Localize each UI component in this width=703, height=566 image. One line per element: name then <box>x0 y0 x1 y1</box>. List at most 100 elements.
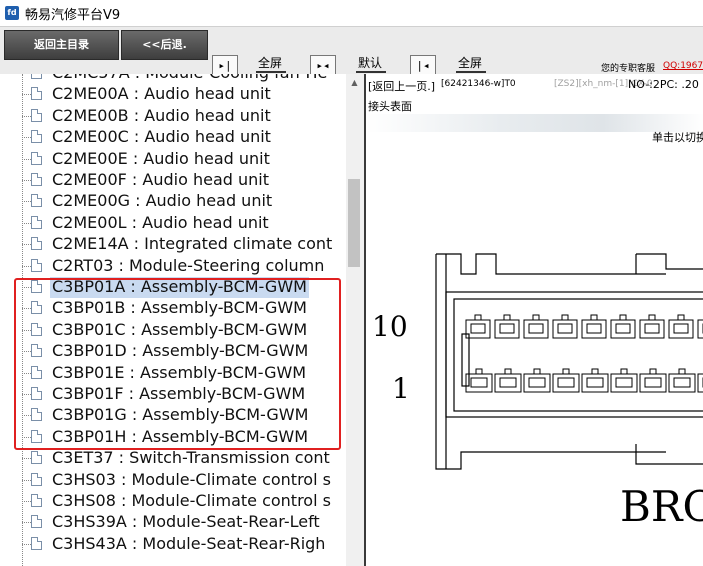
connector-pin-contact <box>586 377 604 388</box>
connector-pin-contact <box>557 323 573 334</box>
connector-pin-latch <box>561 314 569 321</box>
connector-pin-contact <box>470 377 488 388</box>
document-icon <box>31 451 42 465</box>
document-icon <box>31 151 42 165</box>
tree-scrollbar[interactable]: ▲ <box>346 74 363 566</box>
connector-pin-contact <box>615 377 633 388</box>
connector-pin-latch <box>591 368 599 375</box>
connector-pin-latch <box>619 314 627 321</box>
connector-pin <box>494 373 522 393</box>
connector-inner-frame <box>445 291 703 418</box>
connector-pin-contact <box>644 323 660 334</box>
tree-connector <box>22 115 31 117</box>
connector-pin-latch <box>504 368 512 375</box>
document-icon <box>31 258 42 272</box>
tree-item[interactable]: C2RT03 : Module-Steering column <box>22 256 346 277</box>
tree-item-label: C2ME00B : Audio head unit <box>52 105 271 125</box>
tree-connector <box>22 479 31 481</box>
tree-item[interactable]: C3HS43A : Module-Seat-Rear-Righ <box>22 534 346 555</box>
connector-pin-latch <box>474 314 482 321</box>
tree-item[interactable]: C3HS39A : Module-Seat-Rear-Left <box>22 512 346 533</box>
tree-item[interactable]: C2ME00G : Audio head unit <box>22 191 346 212</box>
default-label[interactable]: 默认 <box>358 54 382 71</box>
tree-item-label: C3HS39A : Module-Seat-Rear-Left <box>52 512 320 532</box>
connector-pin-contact <box>557 377 575 388</box>
connector-pin <box>610 373 638 393</box>
tree-item[interactable]: C2ME14A : Integrated climate cont <box>22 234 346 255</box>
connector-pin-contact <box>499 377 517 388</box>
fullscreen-label-2[interactable]: 全屏 <box>458 54 482 71</box>
connector-outline-top <box>436 253 666 275</box>
tree-connector <box>22 501 31 502</box>
tree-item[interactable]: C2ME00F : Audio head unit <box>22 170 346 191</box>
connector-pin-latch <box>532 314 540 321</box>
document-icon <box>31 215 42 229</box>
tree-item[interactable]: C3HS03 : Module-Climate control s <box>22 470 346 491</box>
connector-text: BRO <box>620 482 703 531</box>
scroll-thumb[interactable] <box>348 179 360 267</box>
connector-pin <box>465 319 491 339</box>
connector-pin <box>465 373 493 393</box>
document-icon <box>31 74 42 79</box>
tree-item[interactable]: C3ET37 : Switch-Transmission cont <box>22 448 346 469</box>
connector-pin-contact <box>644 377 662 388</box>
tree-item[interactable]: C2ME00L : Audio head unit <box>22 213 346 234</box>
fullscreen-label-1[interactable]: 全屏 <box>258 54 282 71</box>
tree-item[interactable]: C2ME00B : Audio head unit <box>22 106 346 127</box>
connector-pin-latch <box>677 314 685 321</box>
tree-connector <box>22 244 31 246</box>
document-icon <box>31 173 42 186</box>
document-icon <box>31 108 42 122</box>
tree-item[interactable]: C2ME00E : Audio head unit <box>22 149 346 170</box>
back-button[interactable]: <<后退. <box>121 30 208 60</box>
tree-item-label: C3HS43A : Module-Seat-Rear-Righ <box>52 533 326 553</box>
tree-connector <box>22 222 31 224</box>
connector-pin-contact <box>470 323 486 334</box>
tree-item[interactable]: C2MC57A : Module-Cooling fan-He <box>22 74 346 84</box>
tree-item-label: C2ME00E : Audio head unit <box>52 148 270 168</box>
tree-item-label: C2ME14A : Integrated climate cont <box>52 234 333 254</box>
connector-pin-latch <box>475 368 483 375</box>
scroll-up-icon[interactable]: ▲ <box>346 74 363 91</box>
tree-connector <box>22 137 31 139</box>
diagram-viewer: [返回上一页.] [62421346-w]T0 [ZS2][xh_nm-[1][… <box>364 74 703 566</box>
connector-pin-latch <box>503 314 511 321</box>
connector-pin-contact <box>673 323 689 334</box>
connector-pin <box>552 319 578 339</box>
tree-item-label: C2ME00F : Audio head unit <box>52 170 269 189</box>
tree-item-label: C3HS08 : Module-Climate control s <box>52 491 331 510</box>
tree-connector <box>22 458 31 460</box>
connector-pin <box>581 373 609 393</box>
document-icon <box>31 494 42 507</box>
tree-item[interactable]: C2ME00A : Audio head unit <box>22 84 346 105</box>
document-icon <box>31 515 42 529</box>
document-icon <box>31 536 42 550</box>
pin-row-bottom-label: 1 <box>392 372 410 405</box>
connector-pin-latch <box>649 368 657 375</box>
tree-item[interactable]: C3HS08 : Module-Climate control s <box>22 491 346 512</box>
toolbar: 返回主目录 <<后退. ▸| 全屏 ▸◂ 默认 |◂ 全屏 <box>0 26 703 77</box>
tree-connector <box>22 180 31 181</box>
tree-item[interactable]: C2ME00C : Audio head unit <box>22 127 346 148</box>
window-title: 畅易汽修平台V9 <box>25 8 121 23</box>
tree-item-label: C2ME00A : Audio head unit <box>52 84 271 104</box>
connector-pin <box>697 373 703 393</box>
tree-connector <box>22 265 31 267</box>
tree-connector <box>22 94 31 96</box>
connector-pin <box>552 373 580 393</box>
title-bar: fd 畅易汽修平台V9 <box>0 0 703 26</box>
app-logo-icon: fd <box>5 6 19 20</box>
component-tree[interactable]: C2MC57A : Module-Cooling fan-HeC2ME00A :… <box>0 74 346 566</box>
document-icon <box>31 194 42 208</box>
service-label: 您的专职客服 <box>601 64 656 74</box>
connector-pin <box>494 319 520 339</box>
document-icon <box>31 237 42 251</box>
connector-pin-latch <box>620 368 628 375</box>
connector-pin <box>523 319 549 339</box>
default-underline <box>356 71 386 73</box>
service-qq-link[interactable]: QQ:1967 <box>663 61 703 71</box>
tree-item-label: C3ET37 : Switch-Transmission cont <box>52 448 330 468</box>
red-highlight-box <box>14 278 341 450</box>
tree-item-label: C2ME00G : Audio head unit <box>52 191 273 211</box>
home-button[interactable]: 返回主目录 <box>4 30 119 60</box>
